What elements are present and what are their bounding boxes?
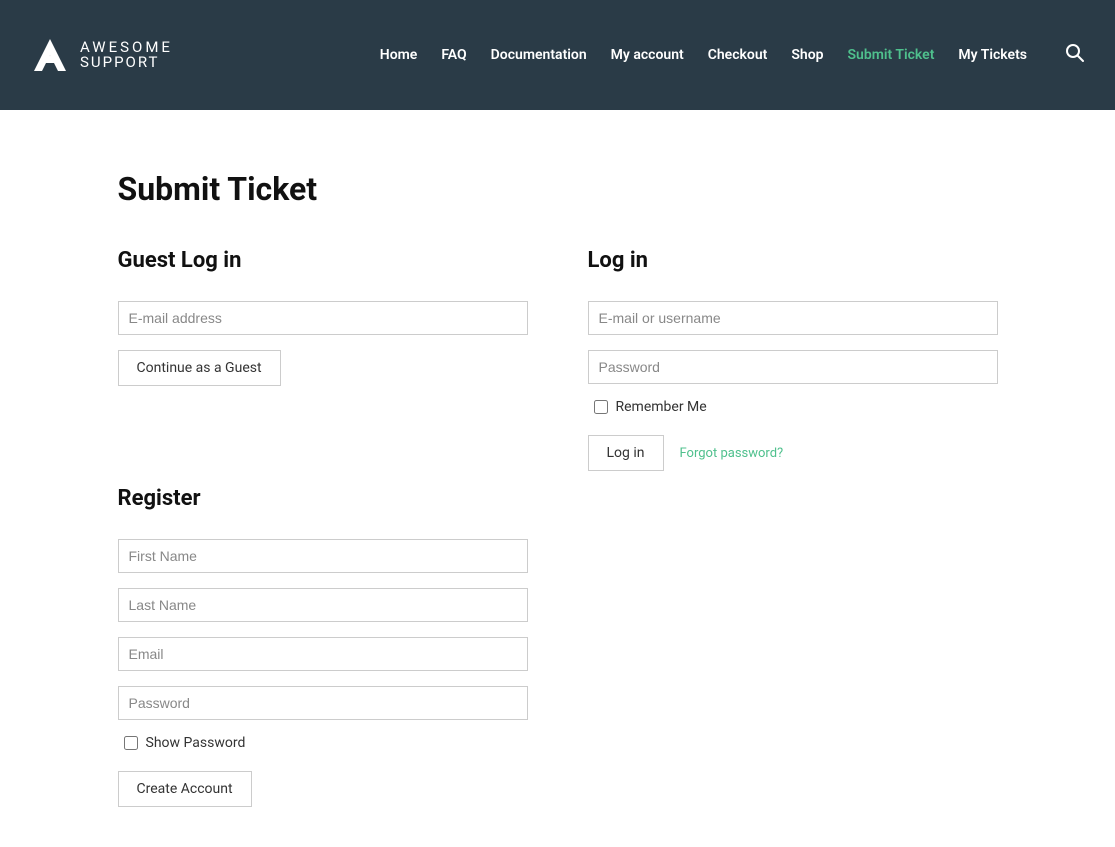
nav-home[interactable]: Home — [380, 47, 418, 63]
nav-submit-ticket[interactable]: Submit Ticket — [848, 47, 935, 63]
logo[interactable]: AWESOME SUPPORT — [30, 35, 173, 75]
nav-documentation[interactable]: Documentation — [491, 47, 587, 63]
login-title: Log in — [588, 248, 998, 273]
search-icon[interactable] — [1065, 43, 1085, 67]
left-column: Guest Log in Continue as a Guest Registe… — [118, 248, 528, 807]
guest-login-title: Guest Log in — [118, 248, 528, 273]
columns: Guest Log in Continue as a Guest Registe… — [118, 248, 998, 807]
login-actions: Log in Forgot password? — [588, 435, 998, 471]
remember-me-checkbox[interactable] — [594, 400, 608, 414]
login-email-input[interactable] — [588, 301, 998, 335]
logo-text: AWESOME SUPPORT — [80, 40, 173, 70]
remember-me-label: Remember Me — [616, 399, 707, 415]
first-name-input[interactable] — [118, 539, 528, 573]
register-password-input[interactable] — [118, 686, 528, 720]
register-email-input[interactable] — [118, 637, 528, 671]
register-title: Register — [118, 486, 528, 511]
nav-faq[interactable]: FAQ — [441, 47, 466, 63]
nav: Home FAQ Documentation My account Checko… — [380, 43, 1085, 67]
right-column: Log in Remember Me Log in Forgot passwor… — [588, 248, 998, 807]
remember-me-row[interactable]: Remember Me — [588, 399, 998, 415]
forgot-password-link[interactable]: Forgot password? — [680, 446, 784, 461]
show-password-row[interactable]: Show Password — [118, 735, 528, 751]
logo-icon — [30, 35, 70, 75]
nav-my-tickets[interactable]: My Tickets — [958, 47, 1027, 63]
nav-checkout[interactable]: Checkout — [708, 47, 768, 63]
login-password-input[interactable] — [588, 350, 998, 384]
last-name-input[interactable] — [118, 588, 528, 622]
logo-text-bottom: SUPPORT — [80, 55, 173, 70]
login-button[interactable]: Log in — [588, 435, 664, 471]
guest-email-input[interactable] — [118, 301, 528, 335]
header: AWESOME SUPPORT Home FAQ Documentation M… — [0, 0, 1115, 110]
show-password-label: Show Password — [146, 735, 246, 751]
show-password-checkbox[interactable] — [124, 736, 138, 750]
nav-shop[interactable]: Shop — [791, 47, 823, 63]
create-account-button[interactable]: Create Account — [118, 771, 252, 807]
register-section: Register Show Password Create Account — [118, 486, 528, 807]
page-title: Submit Ticket — [118, 170, 998, 208]
content: Submit Ticket Guest Log in Continue as a… — [98, 110, 1018, 847]
continue-as-guest-button[interactable]: Continue as a Guest — [118, 350, 281, 386]
nav-my-account[interactable]: My account — [611, 47, 684, 63]
